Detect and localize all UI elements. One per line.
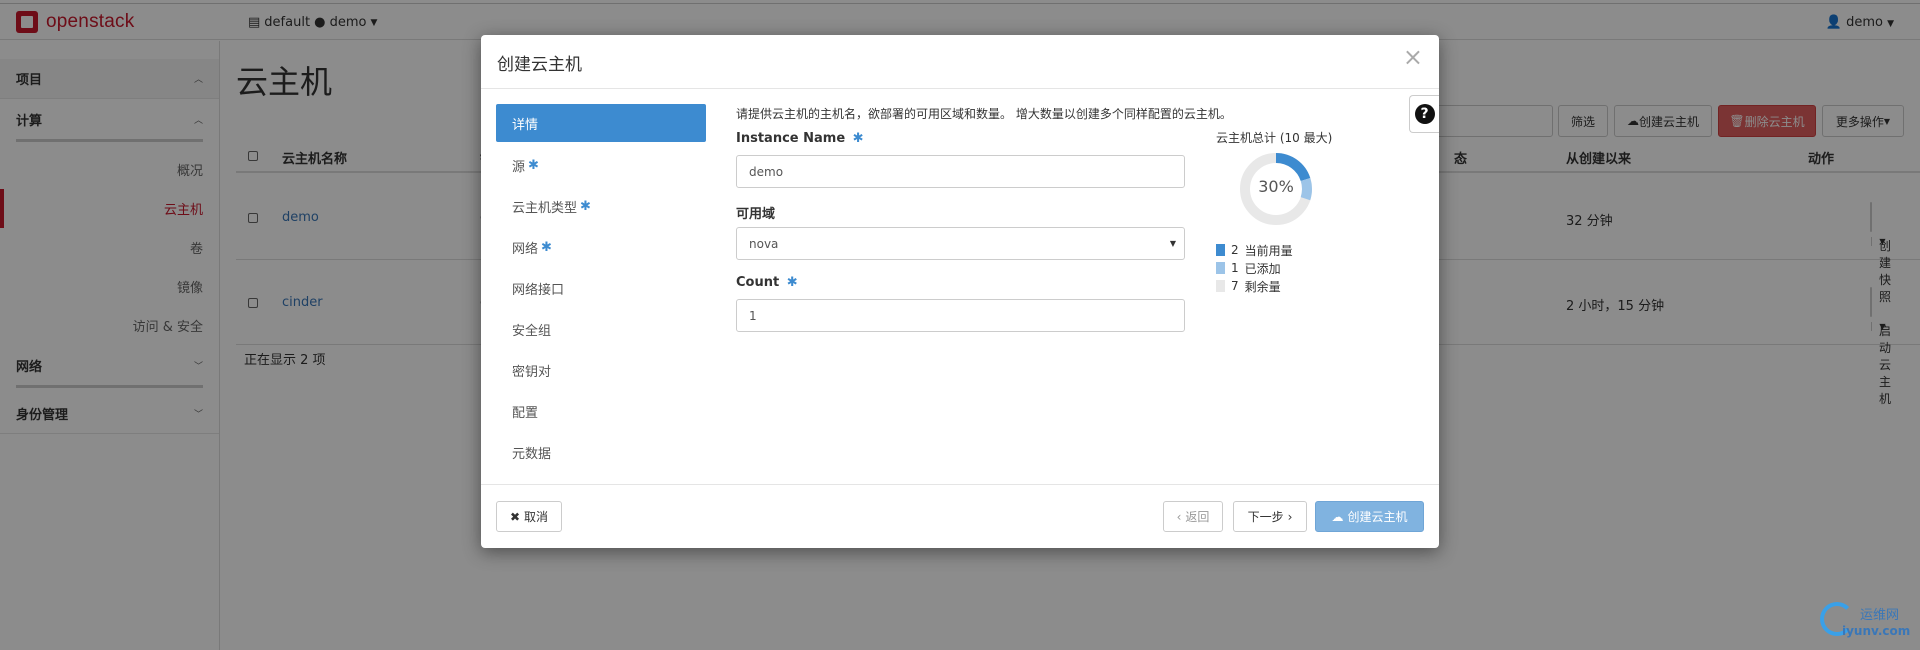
legend-swatch [1216,280,1225,292]
cancel-button[interactable]: ✖ 取消 [496,501,562,532]
dialog-header: 创建云主机 × [481,35,1439,89]
cloud-upload-icon: ☁ [1331,509,1344,524]
wizard-step[interactable]: 网络接口 [496,268,706,309]
legend-item-remaining: 7 剩余量 [1216,277,1416,295]
close-icon[interactable]: × [1403,45,1423,69]
dialog-title: 创建云主机 [497,55,582,75]
quota-legend: 2 当前用量 1 已添加 7 剩余量 [1216,241,1416,295]
wizard-step-label: 网络接口 [512,283,565,298]
chevron-right-icon: › [1287,509,1293,524]
legend-swatch [1216,244,1225,256]
legend-swatch [1216,262,1225,274]
availability-zone-select[interactable]: nova ▼ [736,227,1185,260]
dialog-footer: ✖ 取消 ‹ 返回 下一步 › ☁ 创建云主机 [481,484,1439,548]
launch-instance-button[interactable]: ☁ 创建云主机 [1315,501,1424,532]
quota-title: 云主机总计 (10 最大) [1216,131,1333,145]
required-icon: ✱ [852,131,864,146]
close-icon: ✖ [509,509,521,524]
legend-item-current: 2 当前用量 [1216,241,1416,259]
wizard-nav: 详情源 ✱ 云主机类型 ✱ 网络 ✱ 网络接口 安全组 密钥对 配置 元数据 [496,104,706,473]
wizard-step[interactable]: 配置 [496,391,706,432]
wizard-step[interactable]: 源 ✱ [496,145,706,186]
wizard-step-label: 安全组 [512,324,552,339]
wizard-step-label: 详情 [512,117,539,133]
caret-down-icon: ▼ [1169,239,1176,248]
legend-label: 当前用量 [1244,243,1293,258]
launch-instance-label: 创建云主机 [1347,510,1408,524]
back-button[interactable]: ‹ 返回 [1163,501,1223,532]
count-label-text: Count [736,275,780,290]
watermark-en: iyunv.com [1842,624,1911,638]
step-description: 请提供云主机的主机名，欲部署的可用区域和数量。 增大数量以创建多个同样配置的云主… [736,107,1232,121]
wizard-step[interactable]: 安全组 [496,309,706,350]
required-icon: ✱ [528,158,539,173]
wizard-step-label: 元数据 [512,447,552,462]
wizard-step[interactable]: 云主机类型 ✱ [496,186,706,227]
watermark-cn: 运维网 [1860,608,1900,623]
wizard-step-label: 网络 [512,242,539,257]
legend-count: 2 [1231,243,1239,257]
back-label: 返回 [1185,510,1210,524]
required-icon: ✱ [541,240,552,255]
required-icon: ✱ [786,275,798,290]
legend-label: 已添加 [1244,261,1281,276]
next-button[interactable]: 下一步 › [1233,501,1307,532]
legend-label: 剩余量 [1244,279,1281,294]
watermark-logo: 运维网 iyunv.com [1820,602,1910,642]
chevron-left-icon: ‹ [1176,509,1182,524]
next-label: 下一步 [1247,510,1284,524]
wizard-step-label: 源 [512,160,526,175]
cancel-label: 取消 [524,510,549,524]
instance-name-input[interactable]: demo [736,155,1185,188]
availability-zone-value: nova [749,236,779,251]
question-circle-icon: ? [1414,104,1435,124]
required-icon: ✱ [580,199,591,214]
wizard-step[interactable]: 密钥对 [496,350,706,391]
legend-count: 7 [1231,279,1239,293]
availability-zone-label: 可用域 [736,207,776,222]
instance-name-label: Instance Name ✱ [736,131,864,146]
legend-item-added: 1 已添加 [1216,259,1416,277]
wizard-step[interactable]: 详情 [496,104,706,142]
quota-percent: 30% [1258,177,1294,196]
instance-name-label-text: Instance Name [736,131,846,146]
legend-count: 1 [1231,261,1239,275]
help-button[interactable]: ? [1409,95,1439,133]
count-label: Count ✱ [736,275,798,290]
count-input[interactable]: 1 [736,299,1185,332]
wizard-step-label: 配置 [512,406,539,421]
wizard-step[interactable]: 网络 ✱ [496,227,706,268]
launch-instance-dialog: 创建云主机 × ? 详情源 ✱ 云主机类型 ✱ 网络 ✱ 网络接口 安全组 密钥对 配置 元数据 请… [481,35,1439,548]
wizard-step[interactable]: 元数据 [496,432,706,473]
wizard-step-label: 密钥对 [512,365,552,380]
instance-quota: 云主机总计 (10 最大) 30% 2 当前用量 1 已添加 7 剩余量 [1216,129,1416,294]
wizard-step-label: 云主机类型 [512,201,578,216]
